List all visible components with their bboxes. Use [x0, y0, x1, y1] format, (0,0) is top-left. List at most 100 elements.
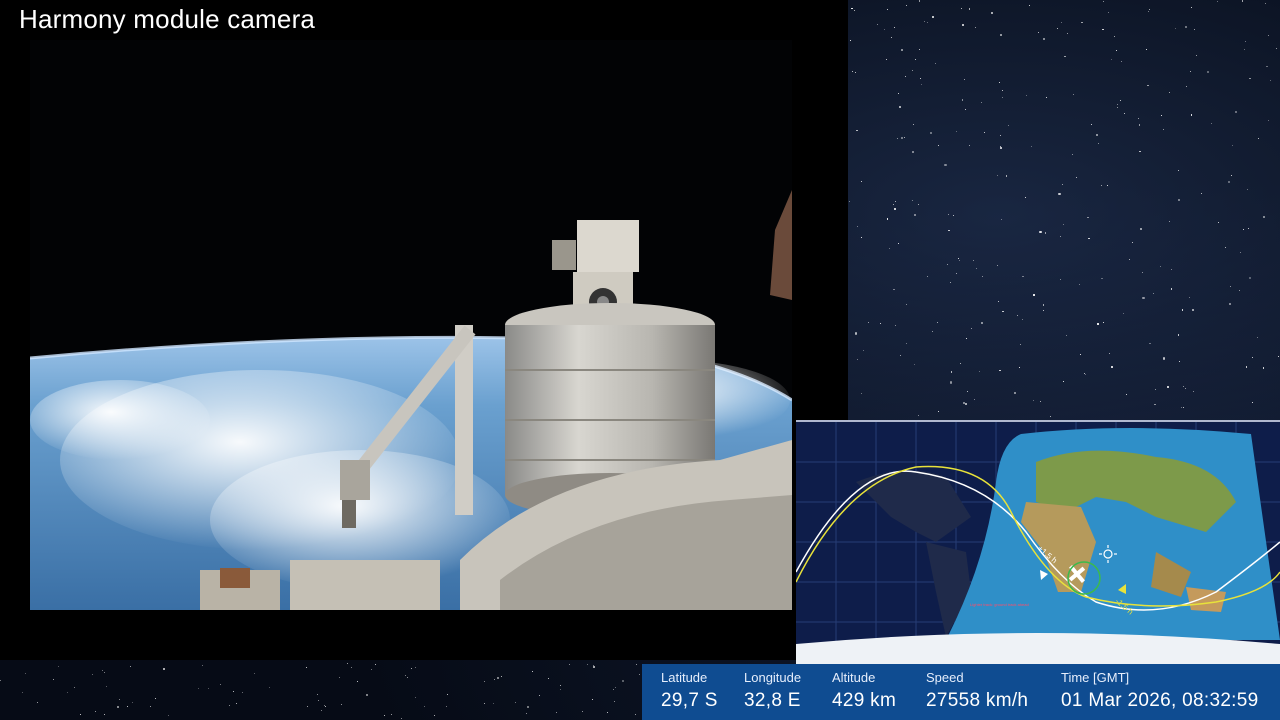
star-dot [947, 263, 949, 265]
star-dot [970, 328, 973, 330]
star-dot [951, 371, 953, 373]
star-dot [1177, 334, 1180, 336]
star-dot [1059, 235, 1062, 237]
star-dot [1191, 114, 1193, 116]
star-dot [493, 678, 495, 680]
star-dot [930, 131, 933, 134]
star-dot [500, 676, 502, 678]
star-dot [433, 715, 435, 716]
star-dot [1079, 284, 1081, 285]
star-dot [1119, 99, 1121, 101]
star-dot [1087, 216, 1089, 218]
star-dot [407, 677, 409, 679]
star-dot [899, 354, 901, 356]
star-dot [1268, 34, 1270, 37]
star-dot [1154, 388, 1157, 391]
star-dot [1056, 27, 1058, 29]
star-dot [556, 711, 558, 713]
star-dot [1149, 342, 1151, 345]
star-dot [1032, 399, 1034, 401]
star-dot [102, 670, 104, 672]
star-dot [350, 666, 352, 668]
star-dot [92, 673, 94, 675]
star-dot [415, 667, 417, 669]
star-dot [323, 704, 325, 706]
star-dot [883, 28, 886, 30]
star-dot [958, 260, 961, 262]
star-dot [1229, 303, 1232, 306]
star-dot [919, 0, 921, 2]
star-dot [1170, 268, 1173, 271]
star-dot [1200, 193, 1202, 195]
star-dot [1277, 356, 1279, 358]
camera-feed-image [30, 40, 792, 610]
camera-feed-video[interactable] [30, 40, 792, 610]
star-dot [996, 175, 998, 176]
star-dot [974, 399, 976, 401]
star-dot [492, 702, 494, 704]
star-dot [1115, 50, 1117, 52]
star-dot [24, 672, 26, 674]
star-dot [1252, 401, 1253, 403]
star-dot [990, 11, 993, 14]
star-dot [1163, 128, 1165, 131]
star-dot [1139, 150, 1141, 153]
star-dot [1025, 94, 1028, 96]
star-dot [1182, 406, 1184, 408]
star-dot [998, 300, 1000, 302]
star-dot [1229, 285, 1231, 287]
star-dot [208, 688, 210, 690]
star-dot [1245, 366, 1248, 368]
star-dot [383, 714, 385, 716]
star-dot [968, 144, 970, 146]
star-dot [126, 705, 128, 707]
star-dot [1153, 293, 1155, 294]
ground-track-map[interactable]: +1,5 h -1,5 h Lighter track: ground trac… [796, 420, 1280, 664]
star-dot [1160, 266, 1161, 267]
star-dot [1268, 119, 1270, 122]
star-dot [1189, 297, 1191, 299]
star-dot [1039, 401, 1041, 403]
star-dot [1224, 246, 1227, 249]
star-dot [103, 713, 105, 715]
star-dot [849, 201, 851, 203]
star-dot [965, 338, 967, 340]
star-dot [984, 132, 986, 133]
star-dot [905, 75, 906, 77]
star-dot [1033, 294, 1035, 296]
star-dot [1257, 138, 1259, 140]
star-dot [1189, 71, 1191, 73]
star-dot [904, 136, 905, 138]
star-dot [634, 714, 636, 716]
star-dot [1088, 238, 1090, 240]
star-dot [851, 7, 853, 9]
star-dot [1125, 394, 1127, 396]
star-dot [197, 688, 199, 690]
star-dot [1241, 0, 1244, 2]
star-dot [1062, 223, 1064, 225]
star-dot [73, 686, 75, 688]
star-dot [447, 694, 449, 696]
star-dot [893, 26, 895, 28]
star-dot [979, 370, 980, 372]
latitude-label: Latitude [661, 670, 708, 685]
star-dot [1019, 367, 1021, 369]
star-dot [1243, 49, 1245, 51]
star-dot [593, 665, 596, 668]
star-dot [1098, 142, 1100, 144]
star-dot [1247, 188, 1249, 190]
star-dot [976, 268, 978, 269]
camera-title: Harmony module camera [19, 4, 316, 34]
star-dot [515, 701, 516, 703]
star-dot [1107, 184, 1109, 186]
star-dot [1243, 228, 1244, 230]
star-dot [938, 145, 939, 146]
star-dot [893, 288, 895, 290]
star-dot [1081, 22, 1083, 24]
star-dot [1071, 154, 1074, 156]
star-dot [1042, 37, 1045, 41]
star-dot [1005, 175, 1008, 177]
star-dot [1162, 357, 1165, 360]
star-dot [888, 247, 890, 249]
star-dot [581, 710, 583, 712]
